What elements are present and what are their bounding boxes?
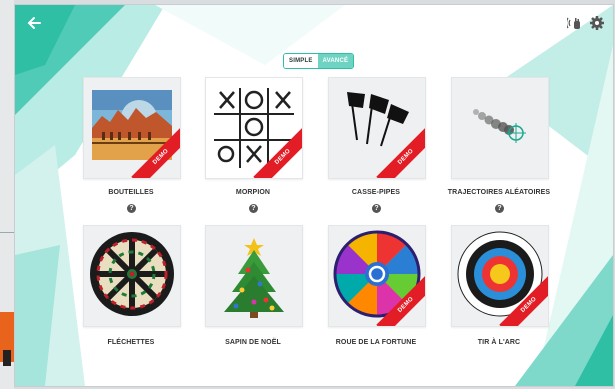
header-icons: [565, 15, 605, 31]
game-tile-flechettes[interactable]: [83, 225, 181, 327]
help-button[interactable]: ?: [249, 204, 258, 213]
mode-advanced-option[interactable]: AVANCÉ: [317, 54, 354, 68]
help-button[interactable]: ?: [372, 204, 381, 213]
game-label: SAPIN DE NOËL: [225, 339, 281, 346]
help-button[interactable]: ?: [495, 204, 504, 213]
game-tile-bouteilles[interactable]: DEMO: [83, 77, 181, 179]
gear-icon[interactable]: [589, 15, 605, 31]
arrow-left-icon: [27, 17, 41, 29]
game-label: BOUTEILLES: [108, 189, 154, 196]
game-tile-trajectoires[interactable]: [451, 77, 549, 179]
background-window-edge: [0, 0, 14, 389]
dartboard-illustration: [90, 232, 174, 316]
fortune-wheel-illustration: [333, 230, 421, 318]
game-label: CASSE-PIPES: [351, 189, 401, 196]
game-tile-sapin[interactable]: [205, 225, 303, 327]
flags-illustration: [347, 92, 409, 147]
mode-toggle: SIMPLE AVANCÉ: [283, 53, 355, 69]
game-tile-roue[interactable]: DEMO: [328, 225, 426, 327]
game-label: TIR À L'ARC: [477, 339, 521, 346]
tic-tac-toe-illustration: [206, 78, 302, 178]
desert-bottles-illustration: [92, 90, 172, 160]
game-label: ROUE DE LA FORTUNE: [335, 339, 417, 346]
back-button[interactable]: [25, 13, 45, 33]
divider: [0, 232, 14, 233]
trajectory-target-illustration: [473, 109, 526, 143]
game-label: MORPION: [235, 189, 271, 196]
christmas-tree-illustration: [224, 238, 284, 318]
game-label: FLÉCHETTES: [107, 339, 155, 346]
archery-target-illustration: [457, 231, 543, 317]
mode-simple-option[interactable]: SIMPLE: [284, 54, 318, 68]
wireless-hand-icon[interactable]: [565, 15, 583, 31]
help-button[interactable]: ?: [127, 204, 136, 213]
game-tile-morpion[interactable]: DEMO: [205, 77, 303, 179]
background-window-fragment: [3, 350, 11, 366]
game-tile-casse-pipes[interactable]: DEMO: [328, 77, 426, 179]
game-label: TRAJECTOIRES ALÉATOIRES: [447, 189, 551, 196]
app-window: SIMPLE AVANCÉ DEMO BOUTEILLES ? DEMO MOR…: [14, 4, 614, 387]
game-tile-tir-arc[interactable]: DEMO: [451, 225, 549, 327]
